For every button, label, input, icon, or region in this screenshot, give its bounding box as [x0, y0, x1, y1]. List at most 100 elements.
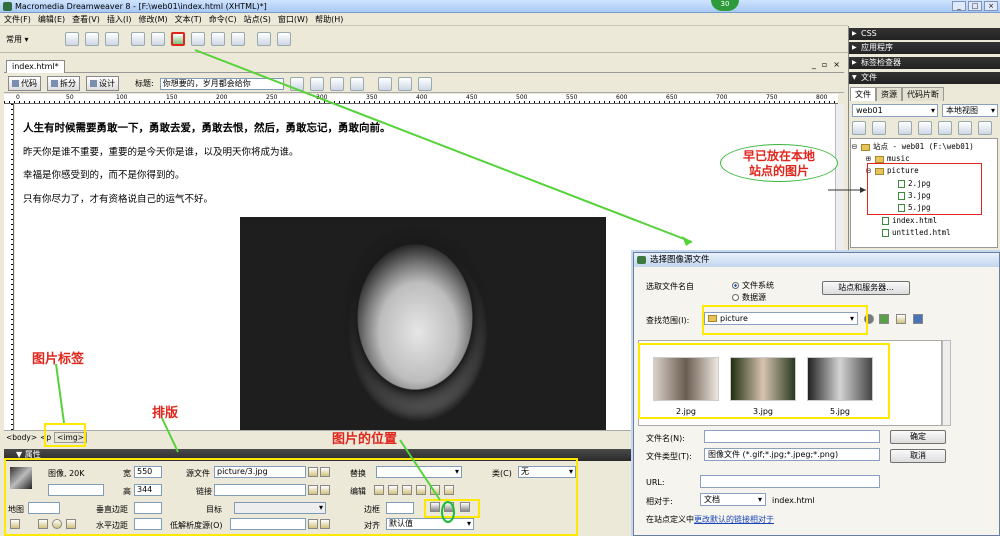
filename-input[interactable]: [704, 430, 880, 443]
radio-datasource[interactable]: 数据源: [732, 292, 766, 303]
menu-commands[interactable]: 命令(C): [209, 14, 237, 25]
minimize-button[interactable]: _: [952, 1, 966, 11]
visual-aids-icon[interactable]: [417, 76, 432, 91]
sharpen-icon[interactable]: [444, 485, 454, 495]
panel-application[interactable]: 应用程序: [849, 42, 1000, 54]
close-button[interactable]: ×: [984, 1, 998, 11]
tag-chooser-icon[interactable]: [276, 32, 291, 46]
rect-hotspot-icon[interactable]: [38, 519, 48, 529]
view-select[interactable]: 本地视图 ▾: [942, 104, 998, 117]
lowsrc-folder-icon[interactable]: [320, 519, 330, 529]
site-server-button[interactable]: 站点和服务器...: [822, 281, 910, 295]
view-menu-icon[interactable]: [913, 314, 923, 324]
alt-select[interactable]: [376, 466, 462, 478]
menu-site[interactable]: 站点(S): [244, 14, 271, 25]
src-input[interactable]: picture/3.jpg: [214, 466, 306, 478]
tag-img[interactable]: <img>: [54, 431, 87, 443]
hyperlink-icon[interactable]: [64, 32, 79, 46]
email-link-icon[interactable]: [84, 32, 99, 46]
tab-files[interactable]: 文件: [850, 87, 876, 101]
back-icon[interactable]: [864, 314, 874, 324]
refresh-files-icon[interactable]: [872, 121, 886, 135]
doc-restore-button[interactable]: ▫: [822, 60, 827, 69]
menu-text[interactable]: 文本(T): [175, 14, 202, 25]
panel-css[interactable]: CSS: [849, 28, 1000, 40]
new-folder-icon[interactable]: [896, 314, 906, 324]
template-icon[interactable]: [256, 32, 271, 46]
class-select[interactable]: 无: [518, 466, 576, 478]
menu-help[interactable]: 帮助(H): [315, 14, 343, 25]
filetype-select[interactable]: 图像文件 (*.gif;*.jpg;*.jpeg;*.png): [704, 448, 880, 461]
insert-category-select[interactable]: 常用 ▾: [6, 34, 29, 45]
radio-filesystem[interactable]: 文件系统: [732, 280, 774, 291]
height-input[interactable]: 344: [134, 484, 162, 496]
named-anchor-icon[interactable]: [104, 32, 119, 46]
tree-folder-music[interactable]: ⊞ music: [866, 154, 910, 163]
point-to-file-icon[interactable]: [308, 467, 318, 477]
align-right-icon[interactable]: [460, 502, 470, 512]
up-folder-icon[interactable]: [879, 314, 889, 324]
site-select[interactable]: web01 ▾: [852, 104, 938, 117]
lowsrc-input[interactable]: [230, 518, 306, 530]
edit-fireworks-icon[interactable]: [374, 485, 384, 495]
thumb-5jpg[interactable]: [807, 357, 873, 401]
tree-file-index[interactable]: index.html: [882, 216, 937, 225]
expand-panel-icon[interactable]: [978, 121, 992, 135]
menu-file[interactable]: 文件(F): [4, 14, 31, 25]
document-tab[interactable]: index.html*: [6, 60, 65, 73]
target-select[interactable]: [234, 502, 326, 514]
thumb-3jpg[interactable]: [730, 357, 796, 401]
hspace-input[interactable]: [134, 518, 162, 530]
tab-snippets[interactable]: 代码片断: [902, 87, 944, 101]
checkout-icon[interactable]: [938, 121, 952, 135]
code-view-button[interactable]: 代码: [8, 76, 41, 91]
get-files-icon[interactable]: [898, 121, 912, 135]
layer-icon[interactable]: [150, 32, 165, 46]
align-center-icon[interactable]: [444, 502, 454, 512]
browse-folder-icon[interactable]: [320, 467, 330, 477]
circle-hotspot-icon[interactable]: [52, 519, 62, 529]
border-input[interactable]: [386, 502, 414, 514]
optimize-icon[interactable]: [388, 485, 398, 495]
change-default-link[interactable]: 更改默认的链接相对于: [694, 515, 774, 524]
design-view-button[interactable]: 设计: [86, 76, 119, 91]
link-point-icon[interactable]: [308, 485, 318, 495]
pointer-hotspot-icon[interactable]: [10, 519, 20, 529]
menu-modify[interactable]: 修改(M): [138, 14, 167, 25]
dialog-scrollbar[interactable]: [942, 340, 951, 426]
image-insert-icon[interactable]: [170, 32, 185, 46]
tag-p[interactable]: <p: [40, 433, 51, 442]
doc-close-button[interactable]: ×: [833, 60, 840, 69]
url-input[interactable]: [700, 475, 880, 488]
menu-window[interactable]: 窗口(W): [278, 14, 308, 25]
refresh-icon[interactable]: [377, 76, 392, 91]
image-name-input[interactable]: [48, 484, 104, 496]
maximize-button[interactable]: □: [968, 1, 982, 11]
relative-select[interactable]: 文档 ▾: [700, 493, 766, 506]
lowsrc-point-icon[interactable]: [308, 519, 318, 529]
link-input[interactable]: [214, 484, 306, 496]
lookin-select[interactable]: picture ▾: [704, 312, 858, 325]
tab-assets[interactable]: 资源: [876, 87, 902, 101]
panel-tag-inspector[interactable]: 标签检查器: [849, 57, 1000, 69]
table-icon[interactable]: [130, 32, 145, 46]
file-management-icon[interactable]: [289, 76, 304, 91]
thumb-2jpg[interactable]: [653, 357, 719, 401]
checkin-icon[interactable]: [958, 121, 972, 135]
globe-icon[interactable]: [349, 76, 364, 91]
vspace-input[interactable]: [134, 502, 162, 514]
menu-view[interactable]: 查看(V): [72, 14, 100, 25]
align-select[interactable]: 默认值: [386, 518, 474, 530]
ok-button[interactable]: 确定: [890, 430, 946, 444]
comment-icon[interactable]: [230, 32, 245, 46]
media-icon[interactable]: [190, 32, 205, 46]
link-folder-icon[interactable]: [320, 485, 330, 495]
menu-edit[interactable]: 编辑(E): [38, 14, 65, 25]
debug-icon[interactable]: [329, 76, 344, 91]
doc-minimize-button[interactable]: _: [812, 60, 816, 69]
preview-icon[interactable]: [309, 76, 324, 91]
panel-files[interactable]: 文件: [849, 72, 1000, 84]
cancel-button[interactable]: 取消: [890, 449, 946, 463]
connect-icon[interactable]: [852, 121, 866, 135]
split-view-button[interactable]: 拆分: [47, 76, 80, 91]
